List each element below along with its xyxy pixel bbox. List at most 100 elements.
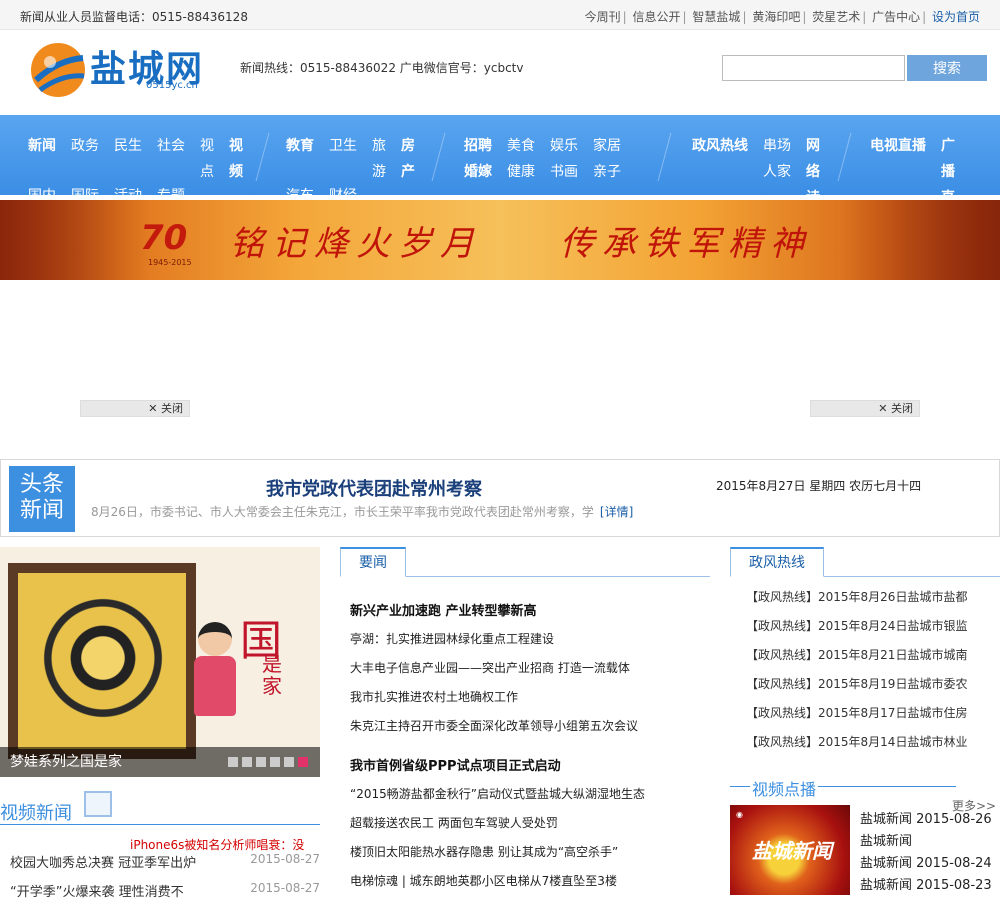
- nav-auto[interactable]: 汽车: [286, 185, 314, 195]
- banner-soldiers-left: [0, 200, 150, 280]
- hotline-item[interactable]: 【政风热线】2015年8月17日盐城市住房: [746, 704, 1000, 721]
- nav-poetry-2[interactable]: 络: [806, 161, 820, 181]
- link-smart-yancheng[interactable]: 智慧盐城: [692, 10, 740, 24]
- link-weekly[interactable]: 今周刊: [585, 10, 621, 24]
- hotline-item[interactable]: 【政风热线】2015年8月14日盐城市林业: [746, 733, 1000, 750]
- link-art[interactable]: 荧星艺术: [812, 10, 860, 24]
- close-ad-left-button[interactable]: ✕ 关闭: [80, 400, 190, 417]
- nav-calligraphy[interactable]: 书画: [550, 161, 578, 181]
- search-button[interactable]: 搜索: [907, 55, 987, 81]
- tab-yaowen[interactable]: 要闻: [340, 547, 406, 577]
- link-huanghai[interactable]: 黄海印吧: [752, 10, 800, 24]
- link-ad-center[interactable]: 广告中心: [872, 10, 920, 24]
- video-news-title[interactable]: 视频新闻: [0, 799, 72, 825]
- tab-hotline[interactable]: 政风热线: [730, 547, 824, 577]
- slide-dot[interactable]: [284, 757, 294, 767]
- tv-logo-icon: ◉: [736, 810, 743, 819]
- slide-dot[interactable]: [270, 757, 280, 767]
- list-item[interactable]: “开学季”火爆来袭 理性消费不 2015-08-27: [10, 881, 320, 900]
- nav-travel-2[interactable]: 游: [372, 161, 386, 181]
- news-item[interactable]: 大丰电子信息产业园——突出产业招商 打造一流载体: [350, 659, 630, 676]
- headline-title[interactable]: 我市党政代表团赴常州考察: [266, 475, 482, 501]
- nav-education[interactable]: 教育: [286, 135, 314, 155]
- nav-viewpoint-1[interactable]: 视: [200, 135, 214, 155]
- nav-parenting[interactable]: 亲子: [593, 161, 621, 181]
- nav-home[interactable]: 家居: [593, 135, 621, 155]
- video-item[interactable]: 盐城新闻 2015-08-26: [860, 808, 992, 827]
- slide-dot-active[interactable]: [298, 757, 308, 767]
- slide-dot[interactable]: [256, 757, 266, 767]
- nav-radio-3[interactable]: 直: [941, 187, 955, 195]
- site-logo[interactable]: 盐城网 0515yc.cn: [28, 38, 218, 100]
- banner-soldiers-right: [840, 200, 1000, 280]
- news-lead[interactable]: 新兴产业加速跑 产业转型攀新高: [350, 600, 537, 619]
- news-item[interactable]: 楼顶旧太阳能热水器存隐患 别让其成为“高空杀手”: [350, 843, 618, 860]
- nav-jobs[interactable]: 招聘: [464, 135, 492, 155]
- nav-wellness[interactable]: 健康: [507, 161, 535, 181]
- list-item[interactable]: 校园大咖秀总决赛 冠亚季军出炉 2015-08-27: [10, 852, 320, 871]
- feature-slideshow[interactable]: 国 是家 梦娃系列之国是家: [0, 547, 320, 777]
- nav-finance[interactable]: 财经: [329, 185, 357, 195]
- news-item[interactable]: 朱克江主持召开市委全面深化改革领导小组第五次会议: [350, 717, 638, 734]
- nav-hotline[interactable]: 政风热线: [692, 135, 748, 155]
- close-ad-right-button[interactable]: ✕ 关闭: [810, 400, 920, 417]
- yaowen-header: 要闻: [340, 547, 710, 577]
- video-on-demand-title[interactable]: 视频点播: [750, 776, 819, 800]
- nav-divider: [431, 133, 446, 181]
- nav-realestate-1[interactable]: 房: [401, 135, 415, 155]
- headline-more-link[interactable]: [详情]: [600, 505, 633, 519]
- video-on-demand-header: 视频点播: [730, 774, 1000, 800]
- nav-tv-live[interactable]: 电视直播: [870, 135, 926, 155]
- nav-chuanchang-2[interactable]: 人家: [763, 161, 791, 181]
- top-bar: 新闻从业人员监督电话：0515-88436128 今周刊 | 信息公开 | 智慧盐城…: [0, 0, 1000, 30]
- video-item[interactable]: 盐城新闻 2015-08-23: [860, 874, 992, 893]
- video-item[interactable]: 盐城新闻 2015-08-24: [860, 852, 992, 871]
- nav-poetry-3[interactable]: 诗: [806, 187, 820, 195]
- nav-entertainment[interactable]: 娱乐: [550, 135, 578, 155]
- nav-activity[interactable]: 活动: [114, 185, 142, 195]
- nav-divider: [837, 133, 852, 181]
- video-item[interactable]: 盐城新闻: [860, 830, 912, 849]
- nav-video-2[interactable]: 频: [229, 161, 243, 181]
- nav-video-1[interactable]: 视: [229, 135, 243, 155]
- hotline-item[interactable]: 【政风热线】2015年8月24日盐城市银监: [746, 617, 1000, 634]
- slide-dot[interactable]: [228, 757, 238, 767]
- nav-gov[interactable]: 政务: [71, 135, 99, 155]
- video-news-highlight[interactable]: iPhone6s被知名分析师唱衰：没: [130, 836, 304, 853]
- nav-wedding[interactable]: 婚嫁: [464, 161, 492, 181]
- hotline-item[interactable]: 【政风热线】2015年8月26日盐城市盐都: [746, 588, 1000, 605]
- news-lead[interactable]: 我市首例省级PPP试点项目正式启动: [350, 755, 561, 774]
- link-info-public[interactable]: 信息公开: [633, 10, 681, 24]
- nav-special[interactable]: 专题: [157, 185, 185, 195]
- nav-intl[interactable]: 国际: [71, 185, 99, 195]
- set-homepage-link[interactable]: 设为首页: [932, 10, 980, 24]
- news-item[interactable]: 亭湖：扎实推进园林绿化重点工程建设: [350, 630, 554, 647]
- nav-chuanchang-1[interactable]: 串场: [763, 135, 791, 155]
- close-icon: ✕: [878, 402, 888, 415]
- nav-domestic[interactable]: 国内: [28, 185, 56, 195]
- news-item[interactable]: 我市扎实推进农村土地确权工作: [350, 688, 518, 705]
- nav-radio-2[interactable]: 播: [941, 161, 955, 181]
- nav-society[interactable]: 社会: [157, 135, 185, 155]
- nav-divider: [657, 133, 672, 181]
- hotline-item[interactable]: 【政风热线】2015年8月21日盐城市城南: [746, 646, 1000, 663]
- nav-news[interactable]: 新闻: [28, 135, 56, 155]
- slide-dot[interactable]: [242, 757, 252, 767]
- nav-radio-1[interactable]: 广: [941, 135, 955, 155]
- news-item[interactable]: 超载接送农民工 两面包车驾驶人受处罚: [350, 814, 558, 831]
- nav-travel-1[interactable]: 旅: [372, 135, 386, 155]
- nav-realestate-2[interactable]: 产: [401, 161, 415, 181]
- nav-livelihood[interactable]: 民生: [114, 135, 142, 155]
- search-input[interactable]: [722, 55, 905, 81]
- nav-viewpoint-2[interactable]: 点: [200, 161, 214, 181]
- video-thumbnail[interactable]: ◉ 盐城新闻: [730, 805, 850, 895]
- nav-poetry-1[interactable]: 网: [806, 135, 820, 155]
- news-item[interactable]: 电梯惊魂 | 城东朗地英郡小区电梯从7楼直坠至3楼: [350, 872, 617, 889]
- news-item[interactable]: “2015畅游盐都金秋行”启动仪式暨盐城大纵湖湿地生态: [350, 785, 645, 802]
- hotline-header: 政风热线: [730, 547, 1000, 577]
- nav-food[interactable]: 美食: [507, 135, 535, 155]
- anniversary-banner[interactable]: 70 1945-2015 铭记烽火岁月 传承铁军精神: [0, 200, 1000, 280]
- hotline-item[interactable]: 【政风热线】2015年8月19日盐城市委农: [746, 675, 1000, 692]
- nav-health[interactable]: 卫生: [329, 135, 357, 155]
- headline-summary: 8月26日，市委书记、市人大常委会主任朱克江，市长王荣平率我市党政代表团赴常州考…: [91, 505, 634, 519]
